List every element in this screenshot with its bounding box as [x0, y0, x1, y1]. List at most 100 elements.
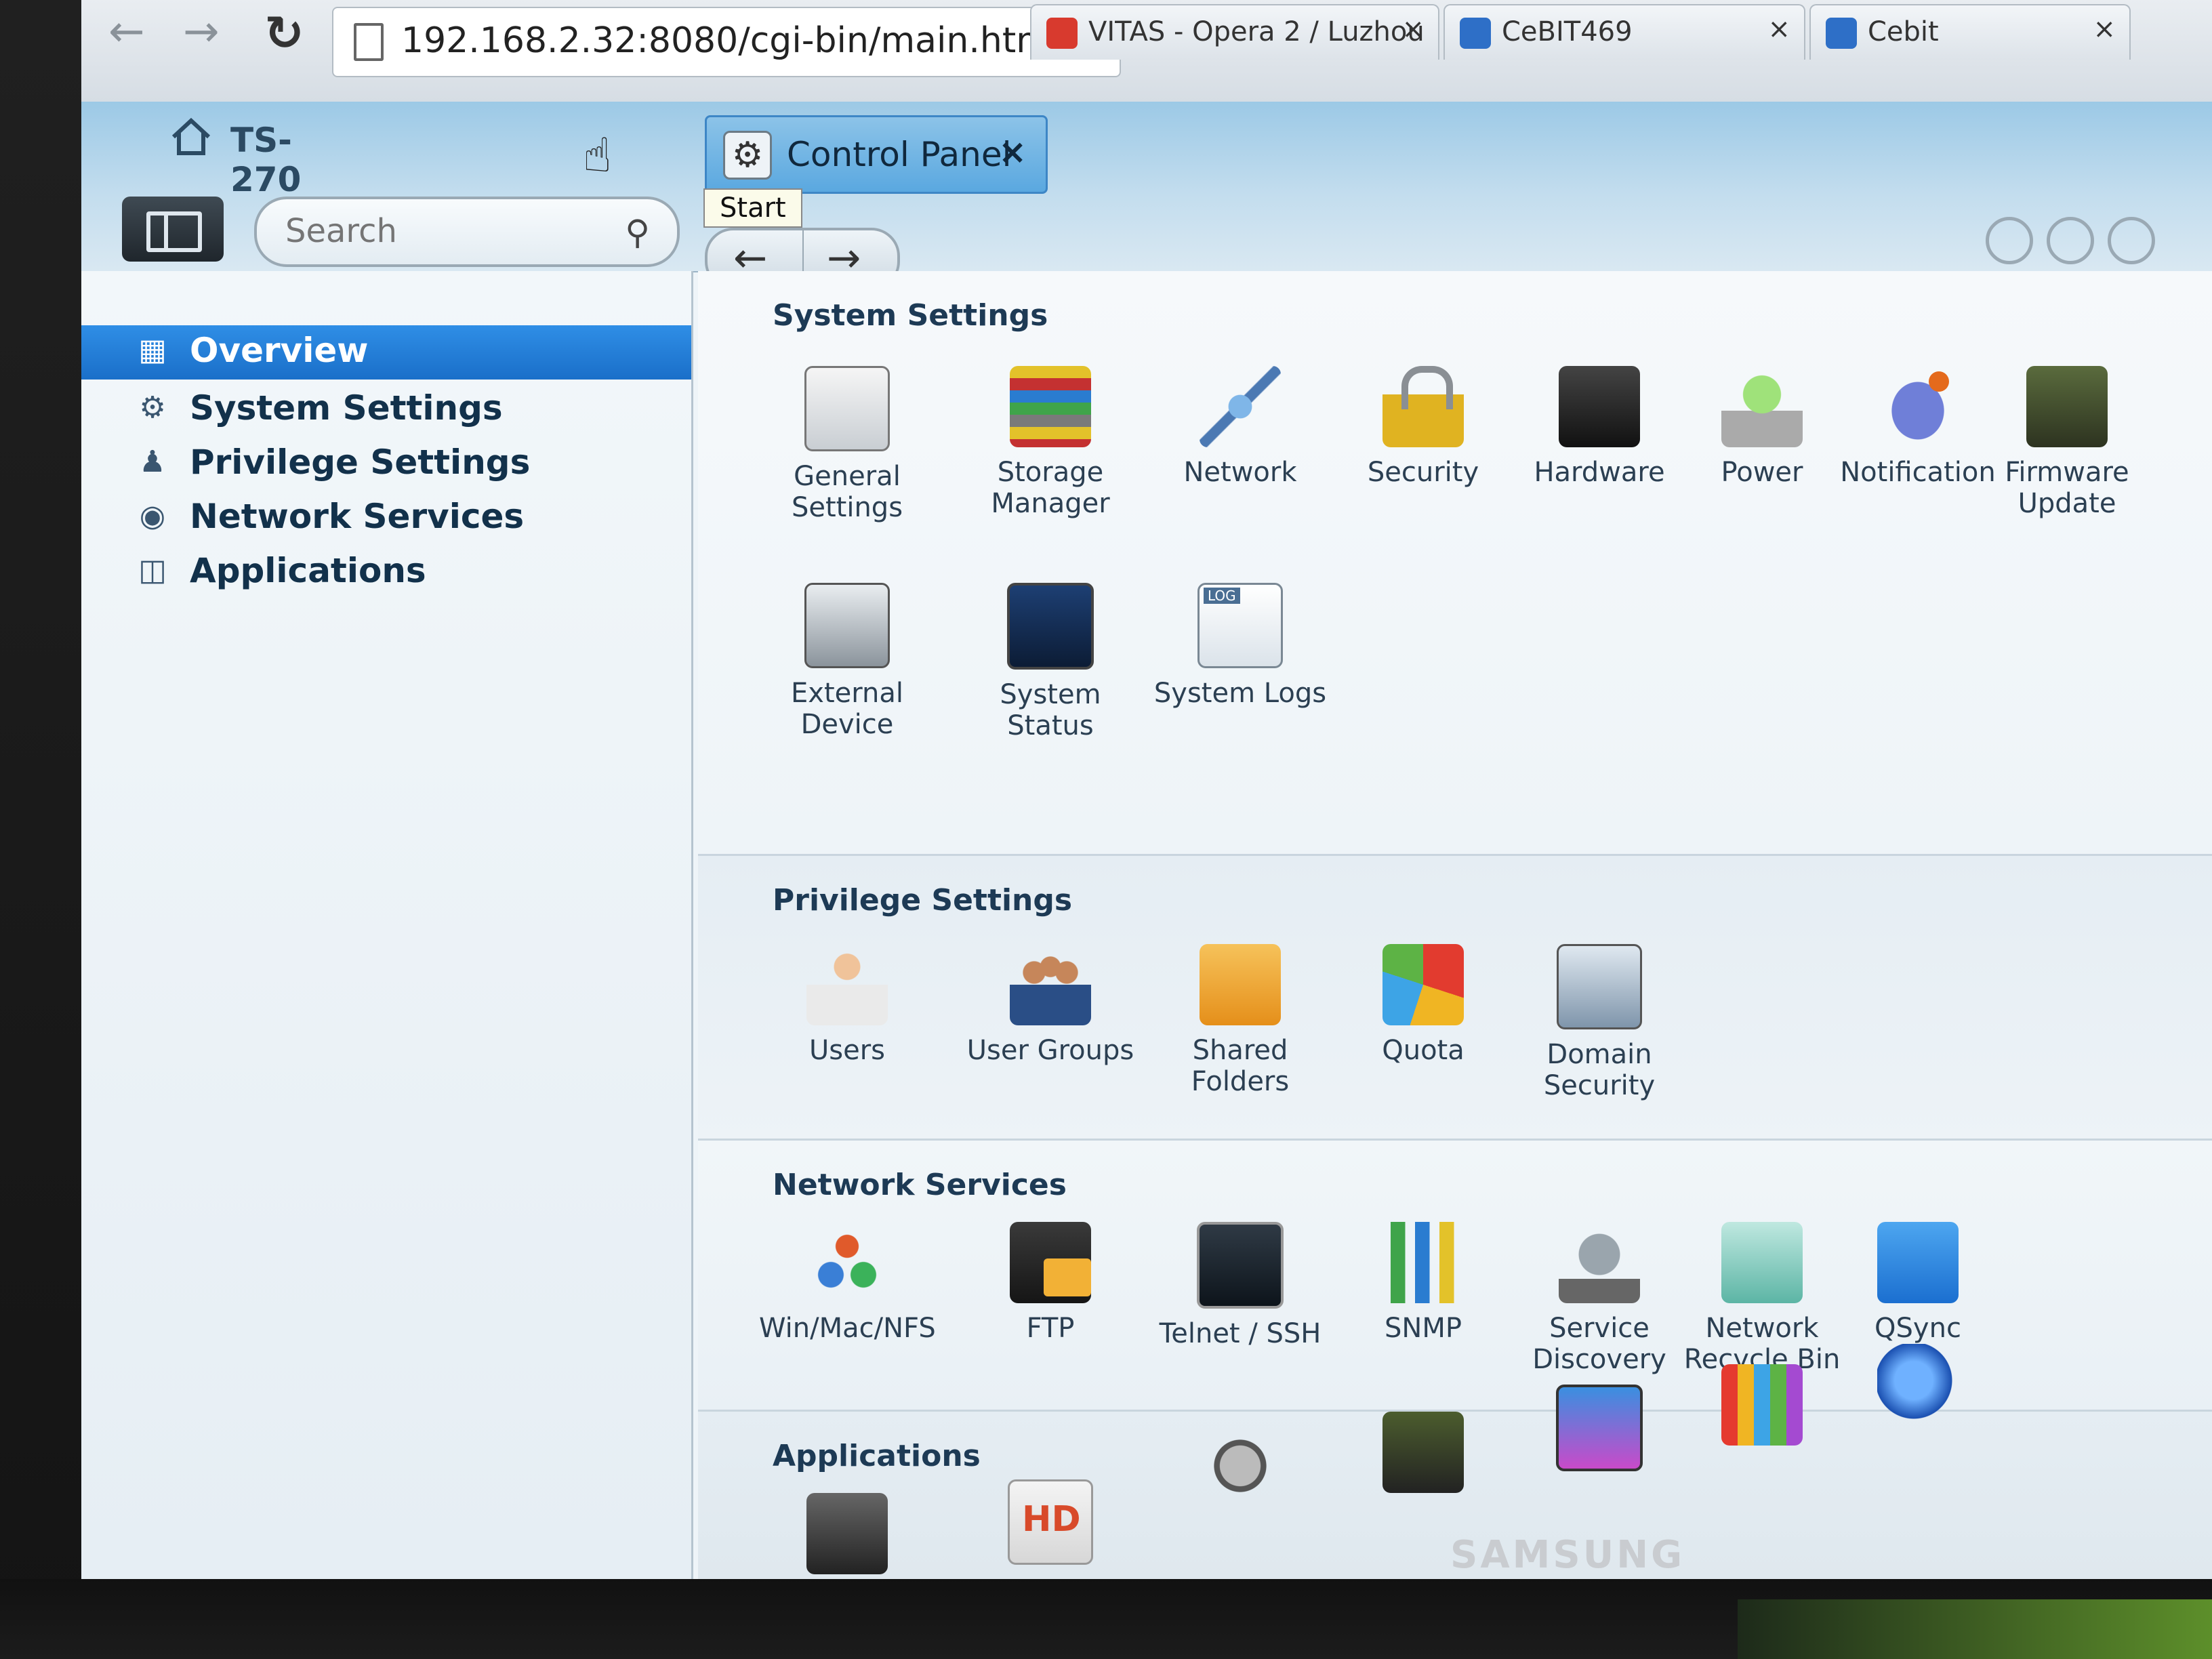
- sidebar-item-privilege-settings[interactable]: ♟ Privilege Settings: [81, 437, 691, 491]
- tile-qsync[interactable]: QSync: [1830, 1222, 2006, 1344]
- external-drive-icon: [804, 583, 890, 668]
- tile-service-discovery[interactable]: Service Discovery: [1511, 1222, 1687, 1375]
- tile-app-vpn[interactable]: [1335, 1412, 1511, 1493]
- control-panel-tab[interactable]: ⚙ Control Panel ×: [705, 115, 1048, 194]
- tile-users[interactable]: Users: [759, 944, 935, 1066]
- close-icon[interactable]: ×: [2093, 14, 2116, 45]
- globe-icon: ◉: [139, 499, 166, 533]
- recycle-bin-icon: [1721, 1222, 1803, 1303]
- tile-network[interactable]: Network: [1152, 366, 1328, 488]
- search-box[interactable]: ⚲: [254, 197, 680, 267]
- control-panel-content: System Settings General Settings Storage…: [698, 271, 2212, 1579]
- user-icon: ♟: [139, 445, 166, 479]
- tile-telnet-ssh[interactable]: Telnet / SSH: [1152, 1222, 1328, 1349]
- panel-icon: [146, 211, 202, 252]
- terminal-icon: [1197, 1222, 1284, 1309]
- tile-label: Notification: [1840, 457, 1996, 488]
- tile-win-mac-nfs[interactable]: Win/Mac/NFS: [759, 1222, 936, 1344]
- speech-bubble-icon: [1877, 366, 1959, 447]
- lock-icon: [1382, 366, 1464, 447]
- tile-ftp[interactable]: FTP: [962, 1222, 1139, 1344]
- tile-general-settings[interactable]: General Settings: [759, 366, 935, 523]
- tile-label: FTP: [1026, 1313, 1075, 1344]
- tile-app-backup[interactable]: [1152, 1425, 1328, 1507]
- bar-chart-icon: [1382, 1222, 1464, 1303]
- vpn-server-icon: [1382, 1412, 1464, 1493]
- sidebar-item-label: Privilege Settings: [190, 443, 531, 482]
- tile-power[interactable]: Power: [1674, 366, 1850, 488]
- background-surface: [1738, 1599, 2212, 1659]
- tile-system-status[interactable]: System Status: [962, 583, 1139, 741]
- screen: ← → ↻ 192.168.2.32:8080/cgi-bin/main.htm…: [81, 0, 2212, 1579]
- backup-disc-icon: [1200, 1425, 1281, 1507]
- browser-tab-vitas[interactable]: VITAS - Opera 2 / Luzhou ×: [1030, 4, 1439, 60]
- log-document-icon: [1197, 583, 1283, 668]
- main-menu-button[interactable]: [122, 197, 224, 262]
- globe-icon: [1877, 1344, 1959, 1425]
- browser-tab-label: CeBIT469: [1502, 16, 1633, 47]
- tile-label: Domain Security: [1543, 1039, 1656, 1101]
- tile-firmware-update[interactable]: Firmware Update: [1986, 366, 2148, 519]
- section-title: Privilege Settings: [773, 883, 1073, 918]
- close-icon[interactable]: ×: [998, 132, 1027, 171]
- tile-hardware[interactable]: Hardware: [1511, 366, 1687, 488]
- tile-quota[interactable]: Quota: [1335, 944, 1511, 1066]
- tile-app-station[interactable]: [759, 1493, 935, 1574]
- qnap-icon: [1826, 18, 1857, 49]
- close-icon[interactable]: ×: [1767, 14, 1790, 45]
- sidebar-item-overview[interactable]: ▦ Overview: [81, 325, 691, 380]
- tile-snmp[interactable]: SNMP: [1335, 1222, 1511, 1344]
- tile-label: External Device: [791, 678, 903, 740]
- section-title: Network Services: [773, 1168, 1067, 1202]
- qnap-icon: [1460, 18, 1491, 49]
- browser-tab-label: Cebit: [1868, 16, 1939, 47]
- tile-app-web-server[interactable]: [1830, 1344, 2006, 1425]
- tile-label: Shared Folders: [1191, 1035, 1290, 1097]
- sidebar-item-label: Network Services: [190, 497, 525, 536]
- back-arrow-icon[interactable]: ←: [108, 7, 145, 57]
- hd-icon: [1008, 1479, 1093, 1565]
- tile-app-multimedia[interactable]: [1511, 1385, 1687, 1471]
- tile-domain-security[interactable]: Domain Security: [1511, 944, 1687, 1101]
- start-tooltip: Start: [703, 188, 802, 228]
- close-icon[interactable]: ×: [1401, 14, 1425, 45]
- hand-cursor-icon: ☝: [583, 127, 612, 183]
- app-header: TS-270 ☝ ⚙ Control Panel × Start ⚲ ← →: [81, 102, 2212, 290]
- tile-notification[interactable]: Notification: [1830, 366, 2006, 488]
- sync-icon: [1877, 1222, 1959, 1303]
- tile-system-logs[interactable]: System Logs: [1152, 583, 1328, 709]
- device-name: TS-270: [230, 121, 302, 199]
- tile-shared-folders[interactable]: Shared Folders: [1152, 944, 1328, 1097]
- apps-icon: ◫: [138, 553, 167, 588]
- tile-storage-manager[interactable]: Storage Manager: [962, 366, 1139, 519]
- search-icon[interactable]: ⚲: [625, 213, 650, 252]
- user-group-icon: [1010, 944, 1091, 1025]
- tile-app-archive[interactable]: [1674, 1364, 1850, 1446]
- address-bar[interactable]: 192.168.2.32:8080/cgi-bin/main.html?2013…: [332, 7, 1258, 77]
- browser-tab-label: VITAS - Opera 2 / Luzhou: [1088, 16, 1425, 47]
- clock-icon[interactable]: [1986, 217, 2033, 264]
- sidebar-item-network-services[interactable]: ◉ Network Services: [81, 491, 691, 546]
- tile-label: Service Discovery: [1532, 1313, 1666, 1375]
- tile-label: Users: [808, 1035, 885, 1066]
- tile-label: Quota: [1382, 1035, 1465, 1066]
- grid-icon: ▦: [138, 333, 167, 367]
- search-input[interactable]: [284, 209, 598, 253]
- satellite-dish-icon: [1559, 1222, 1640, 1303]
- ftp-folder-icon: [1010, 1222, 1091, 1303]
- sidebar-item-system-settings[interactable]: ⚙ System Settings: [81, 383, 691, 437]
- browser-tab-cebit[interactable]: Cebit ×: [1809, 4, 2131, 60]
- tile-user-groups[interactable]: User Groups: [962, 944, 1139, 1066]
- refresh-icon[interactable]: [2047, 217, 2094, 264]
- tile-security[interactable]: Security: [1335, 366, 1511, 488]
- info-icon[interactable]: [2108, 217, 2155, 264]
- sidebar-item-applications[interactable]: ◫ Applications: [81, 546, 691, 600]
- monitor: ← → ↻ 192.168.2.32:8080/cgi-bin/main.htm…: [0, 0, 2212, 1659]
- tile-app-hd-station[interactable]: [962, 1479, 1139, 1565]
- tile-external-device[interactable]: External Device: [759, 583, 935, 740]
- reload-icon[interactable]: ↻: [264, 5, 304, 61]
- tile-network-recycle-bin[interactable]: Network Recycle Bin: [1674, 1222, 1850, 1375]
- browser-tab-cebit469[interactable]: CeBIT469 ×: [1443, 4, 1805, 60]
- youtube-icon: [1046, 18, 1078, 49]
- forward-arrow-icon[interactable]: →: [183, 7, 220, 57]
